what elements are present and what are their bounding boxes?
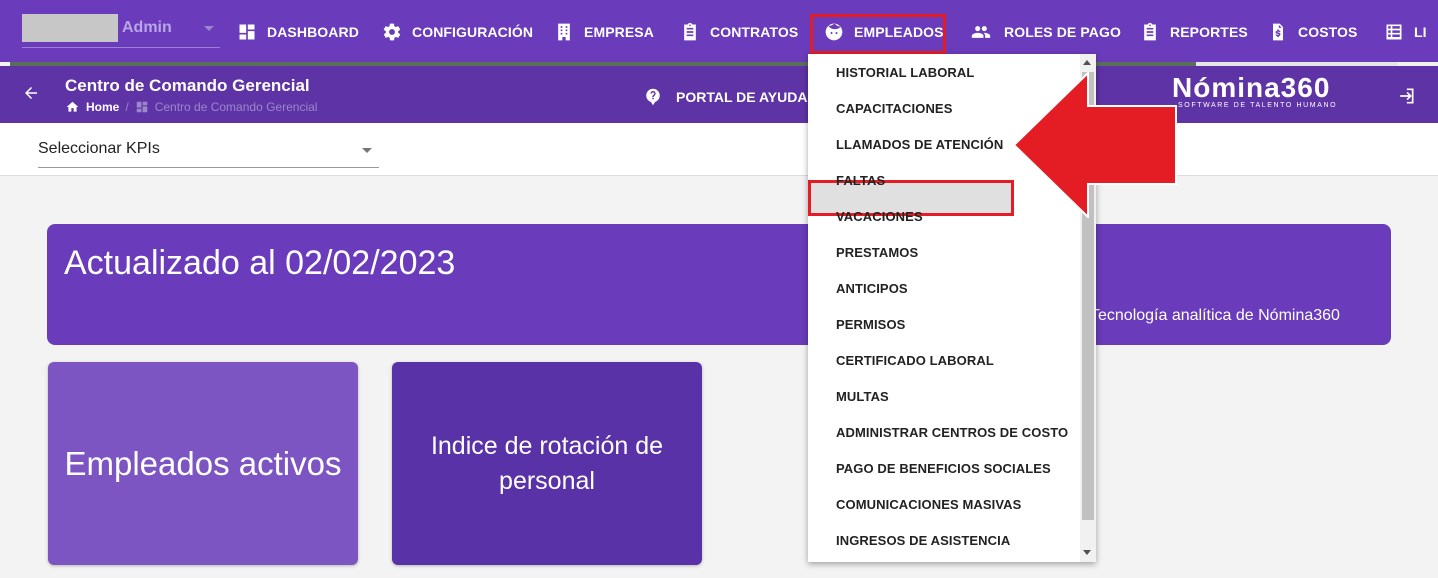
menu-item-capacitaciones[interactable]: CAPACITACIONES [836, 101, 952, 121]
nav-reportes-label: REPORTES [1170, 24, 1248, 40]
dashboard-icon [136, 101, 147, 113]
kpi-select[interactable]: Seleccionar KPIs [38, 134, 379, 168]
back-arrow-icon[interactable] [22, 82, 40, 108]
user-selector[interactable]: Admin [22, 12, 220, 48]
gear-icon [383, 23, 401, 41]
breadcrumb-home[interactable]: Home [86, 100, 119, 114]
building-icon [558, 23, 570, 41]
list-icon [1386, 24, 1402, 40]
banner-title: Actualizado al 02/02/2023 [64, 244, 456, 282]
red-arrow-annotation [1012, 72, 1177, 218]
chevron-down-icon [204, 26, 214, 31]
menu-item-administrar-centros-de-costo[interactable]: ADMINISTRAR CENTROS DE COSTO [836, 425, 1068, 445]
banner-subtitle: Tecnología analítica de Nómina360 [1090, 307, 1340, 324]
menu-item-historial-laboral[interactable]: HISTORIAL LABORAL [836, 65, 974, 85]
people-icon [971, 26, 991, 38]
kpi-card-label: Empleados activos [64, 444, 342, 482]
breadcrumb: Home / Centro de Comando Gerencial [65, 100, 317, 114]
nav-li-label: LI [1414, 24, 1427, 40]
menu-item-certificado-laboral[interactable]: CERTIFICADO LABORAL [836, 353, 994, 373]
menu-item-anticipos[interactable]: ANTICIPOS [836, 281, 908, 301]
logo-text: Nómina360 [1172, 72, 1331, 103]
menu-item-pago-de-beneficios-sociales[interactable]: PAGO DE BENEFICIOS SOCIALES [836, 461, 1051, 481]
nav-empresa[interactable]: EMPRESA [554, 20, 654, 44]
home-icon [66, 101, 79, 112]
brand-logo: Nómina360 SOFTWARE DE TALENTO HUMANO [1172, 72, 1337, 109]
nav-contratos[interactable]: CONTRATOS [680, 20, 798, 44]
user-name: Admin [122, 19, 172, 36]
page-title: Centro de Comando Gerencial [65, 76, 310, 95]
nav-roles-de-pago-label: ROLES DE PAGO [1004, 24, 1121, 40]
menu-item-comunicaciones-masivas[interactable]: COMUNICACIONES MASIVAS [836, 497, 1021, 517]
dashboard-icon [239, 24, 255, 40]
nav-li[interactable]: LI [1384, 20, 1427, 44]
scroll-down-icon[interactable] [1083, 550, 1091, 555]
menu-item-permisos[interactable]: PERMISOS [836, 317, 905, 337]
invoice-icon [1273, 23, 1283, 41]
nav-reportes[interactable]: REPORTES [1140, 20, 1248, 44]
user-avatar [22, 14, 118, 42]
breadcrumb-current: Centro de Comando Gerencial [154, 100, 318, 114]
nav-costos[interactable]: COSTOS [1268, 20, 1357, 44]
nav-contratos-label: CONTRATOS [710, 24, 799, 40]
update-banner [47, 224, 1391, 345]
scroll-up-icon[interactable] [1083, 60, 1091, 65]
empleados-highlight-box [810, 14, 946, 54]
help-portal-label: PORTAL DE AYUDA [676, 89, 808, 105]
nav-dashboard[interactable]: DASHBOARD [237, 20, 359, 44]
nav-configuracion-label: CONFIGURACIÓN [412, 24, 534, 40]
help-icon [646, 88, 660, 106]
help-portal-link[interactable]: PORTAL DE AYUDA [644, 88, 807, 106]
clipboard-icon [1144, 22, 1156, 41]
kpi-select-value: Seleccionar KPIs [38, 140, 160, 157]
menu-item-multas[interactable]: MULTAS [836, 389, 889, 409]
logo-tagline: SOFTWARE DE TALENTO HUMANO [1178, 102, 1338, 109]
menu-item-vacaciones[interactable]: VACACIONES [836, 209, 923, 229]
nav-roles-de-pago[interactable]: ROLES DE PAGO [968, 20, 1121, 44]
nav-dashboard-label: DASHBOARD [267, 24, 359, 40]
menu-item-ingresos-de-asistencia[interactable]: INGRESOS DE ASISTENCIA [836, 533, 1010, 553]
breadcrumb-separator: / [125, 100, 129, 114]
logout-icon[interactable] [1396, 86, 1416, 111]
kpi-card-empleados-activos[interactable]: Empleados activos [48, 362, 358, 565]
menu-item-faltas[interactable]: FALTAS [836, 173, 885, 193]
menu-item-prestamos[interactable]: PRESTAMOS [836, 245, 918, 265]
nav-configuracion[interactable]: CONFIGURACIÓN [382, 20, 533, 44]
chevron-down-icon [362, 148, 372, 153]
menu-item-llamados-de-atencion[interactable]: LLAMADOS DE ATENCIÓN [836, 137, 1003, 157]
kpi-card-indice-rotacion[interactable]: Indice de rotación de personal [392, 362, 702, 565]
kpi-card-label: Indice de rotación de personal [430, 431, 664, 495]
nav-empresa-label: EMPRESA [584, 24, 654, 40]
clipboard-icon [684, 22, 696, 41]
nav-costos-label: COSTOS [1298, 24, 1358, 40]
